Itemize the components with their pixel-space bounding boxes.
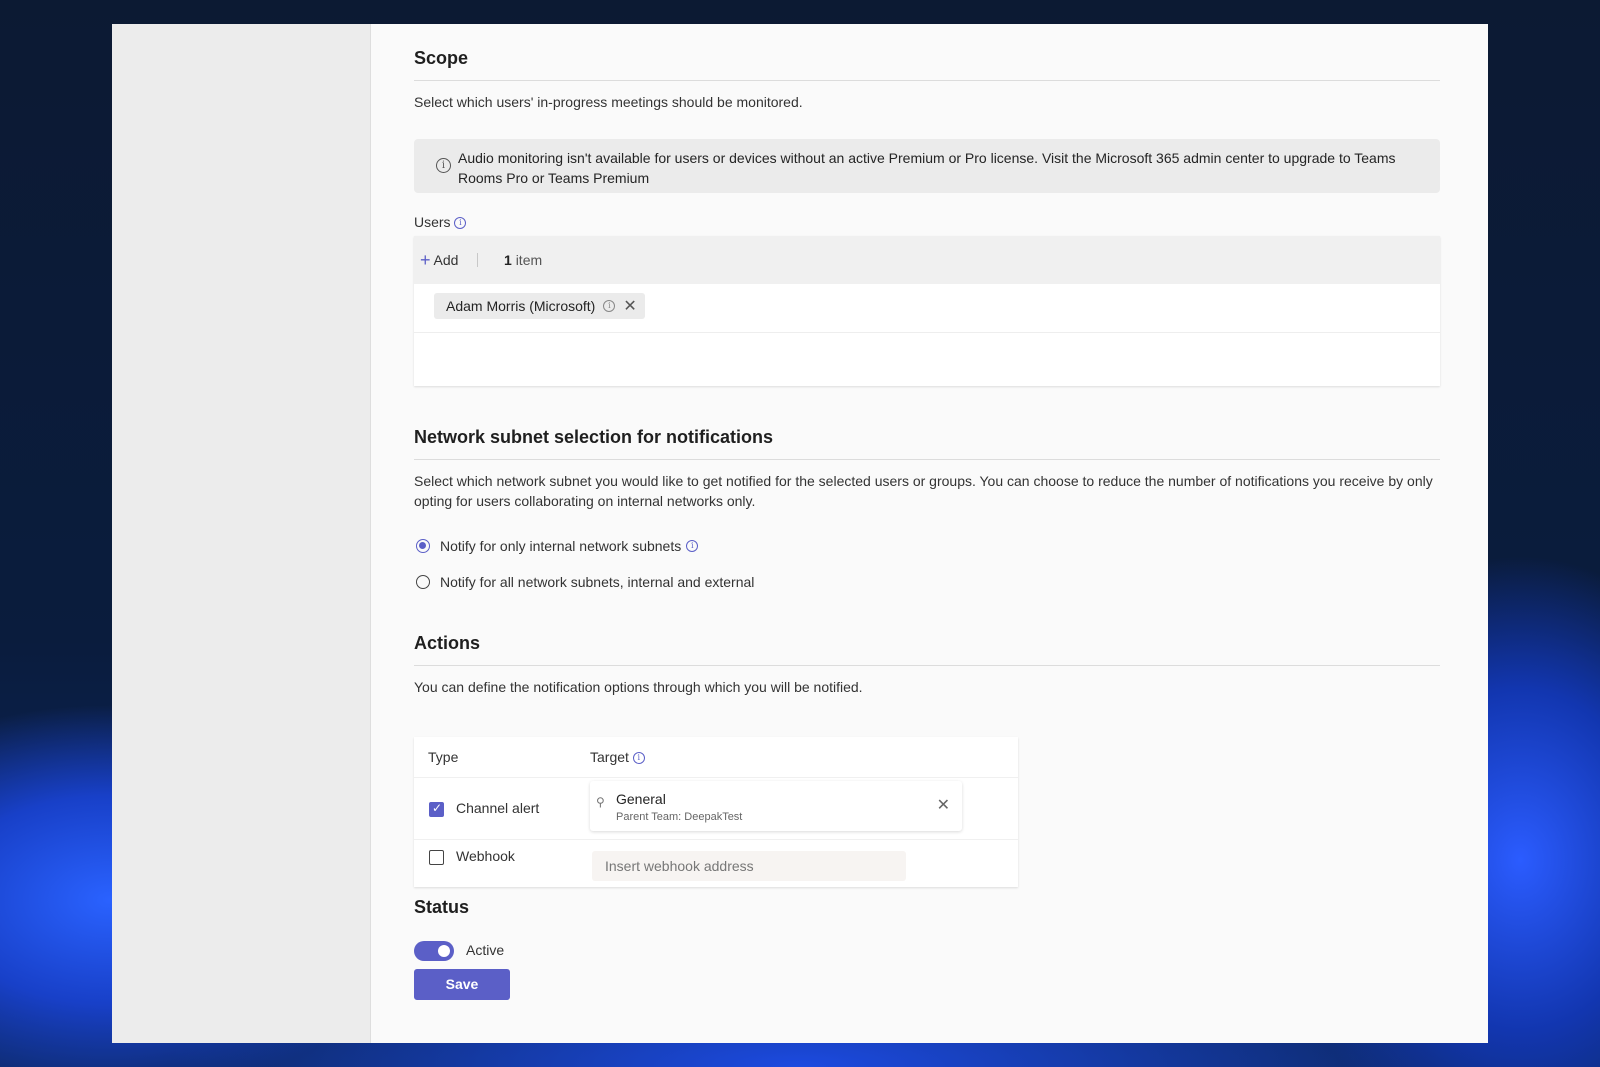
add-user-label: Add bbox=[433, 252, 459, 268]
item-count-word: item bbox=[515, 252, 543, 268]
status-toggle-label: Active bbox=[466, 942, 505, 958]
user-chip-name: Adam Morris (Microsoft) bbox=[446, 298, 596, 314]
channel-target-picker[interactable]: ⚲ General Parent Team: DeepakTest ✕ bbox=[590, 781, 962, 831]
actions-table: Type Target i Channel alert ⚲ General Pa… bbox=[414, 737, 1018, 887]
add-user-button[interactable]: + Add bbox=[420, 250, 458, 271]
info-icon: i bbox=[436, 158, 451, 173]
column-header-target: Target i bbox=[590, 749, 645, 765]
radio-button[interactable] bbox=[416, 575, 430, 589]
radio-internal-subnets[interactable]: Notify for only internal network subnets… bbox=[416, 538, 699, 554]
left-navigation-rail bbox=[112, 24, 371, 1043]
item-count: 1 item bbox=[504, 252, 542, 268]
radio-internal-label: Notify for only internal network subnets bbox=[440, 538, 682, 554]
column-header-target-label: Target bbox=[590, 749, 629, 765]
row-divider bbox=[414, 839, 1018, 840]
user-chip: Adam Morris (Microsoft) i ✕ bbox=[434, 293, 645, 319]
target-channel-name: General bbox=[616, 791, 666, 807]
clear-target-icon[interactable]: ✕ bbox=[937, 795, 950, 815]
license-banner: i Audio monitoring isn't available for u… bbox=[414, 139, 1440, 193]
users-label-text: Users bbox=[414, 214, 451, 230]
actions-title: Actions bbox=[414, 633, 481, 653]
actions-divider bbox=[414, 665, 1440, 666]
plus-icon: + bbox=[420, 250, 431, 270]
webhook-label: Webhook bbox=[456, 848, 515, 864]
channel-alert-label: Channel alert bbox=[456, 800, 540, 816]
webhook-checkbox[interactable] bbox=[429, 850, 444, 865]
toolbar-separator bbox=[477, 253, 478, 267]
users-picker: + Add 1 item Adam Morris (Microsoft) i ✕ bbox=[414, 236, 1440, 386]
status-toggle[interactable] bbox=[414, 941, 454, 961]
network-divider bbox=[414, 459, 1440, 460]
users-divider bbox=[414, 332, 1440, 333]
status-title: Status bbox=[414, 897, 470, 917]
webhook-address-input[interactable]: Insert webhook address bbox=[592, 851, 906, 881]
column-header-type: Type bbox=[428, 749, 459, 765]
users-info-icon[interactable]: i bbox=[454, 217, 467, 230]
app-window: Scope Select which users' in-progress me… bbox=[112, 24, 1488, 1043]
users-toolbar: + Add 1 item bbox=[414, 236, 1440, 284]
header-divider bbox=[414, 777, 1018, 778]
network-title: Network subnet selection for notificatio… bbox=[414, 427, 774, 447]
scope-title: Scope bbox=[414, 48, 469, 68]
user-info-icon[interactable]: i bbox=[603, 300, 616, 312]
channel-alert-checkbox[interactable] bbox=[429, 801, 444, 817]
remove-user-icon[interactable]: ✕ bbox=[623, 296, 636, 316]
scope-description: Select which users' in-progress meetings… bbox=[414, 94, 803, 110]
radio-button-selected[interactable] bbox=[416, 539, 430, 553]
internal-subnets-info-icon[interactable]: i bbox=[686, 540, 699, 552]
item-count-number: 1 bbox=[504, 252, 512, 268]
radio-all-label: Notify for all network subnets, internal… bbox=[440, 574, 755, 590]
target-parent-team: Parent Team: DeepakTest bbox=[616, 811, 743, 823]
target-info-icon[interactable]: i bbox=[632, 752, 645, 765]
actions-description: You can define the notification options … bbox=[414, 679, 863, 695]
users-label: Users i bbox=[414, 214, 467, 230]
radio-all-subnets[interactable]: Notify for all network subnets, internal… bbox=[416, 574, 754, 590]
save-button[interactable]: Save bbox=[414, 969, 510, 1000]
network-description: Select which network subnet you would li… bbox=[414, 473, 1433, 509]
person-icon: ⚲ bbox=[596, 795, 605, 809]
scope-divider bbox=[414, 80, 1440, 81]
banner-text: Audio monitoring isn't available for use… bbox=[458, 150, 1396, 186]
policy-form: Scope Select which users' in-progress me… bbox=[414, 24, 1440, 1043]
